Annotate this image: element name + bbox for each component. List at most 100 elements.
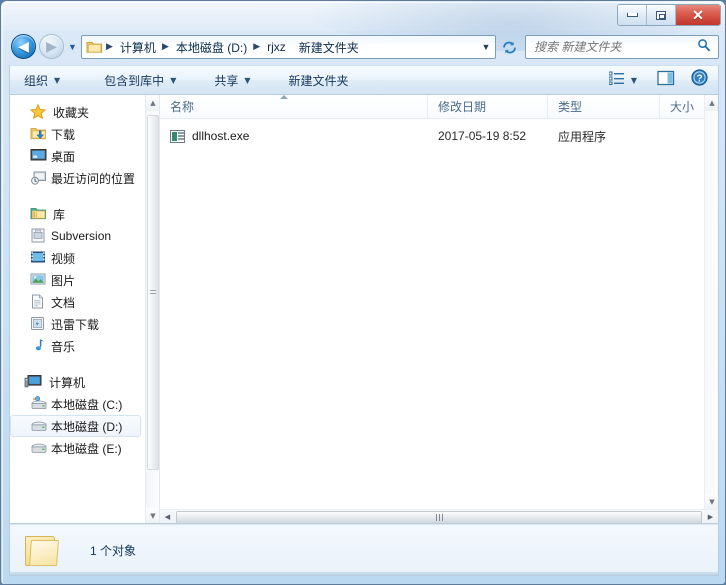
sidebar-item-label: 视频 (51, 251, 76, 266)
sidebar-group-computer[interactable]: 计算机 (10, 371, 145, 393)
sidebar-item-subversion[interactable]: Subversion (10, 225, 145, 247)
help-button[interactable]: ? (683, 68, 718, 92)
share-label: 共享 (214, 73, 239, 88)
scroll-up-button[interactable]: ▲ (705, 95, 718, 111)
include-in-library-label: 包含到库中 (104, 73, 165, 88)
sidebar-group-label: 收藏夹 (53, 105, 90, 120)
sidebar-item-pictures[interactable]: 图片 (10, 269, 145, 291)
new-folder-button[interactable]: 新建文件夹 (279, 68, 359, 92)
sidebar-item-drive-e[interactable]: 本地磁盘 (E:) (10, 437, 145, 459)
sidebar-group-favorites[interactable]: 收藏夹 (10, 101, 145, 123)
scroll-down-button[interactable]: ▼ (705, 494, 718, 510)
documents-icon (30, 294, 47, 310)
file-list-horizontal-scrollbar[interactable]: ◀ ▶ (160, 509, 718, 524)
scroll-up-button[interactable]: ▲ (146, 95, 159, 111)
search-input[interactable] (526, 40, 686, 54)
file-list-vertical-scrollbar[interactable]: ▲ ▼ (704, 95, 718, 510)
triangle-down-icon: ▼ (150, 512, 156, 520)
explorer-content: 收藏夹 下载 桌面 最近访问的位置 库 Subversion 视频 图片 文档 … (9, 95, 719, 524)
sidebar-item-label: 最近访问的位置 (51, 171, 136, 186)
preview-pane-button[interactable] (649, 68, 683, 92)
sidebar-item-label: Subversion (51, 229, 112, 243)
file-name-cell: dllhost.exe (160, 129, 428, 143)
table-row[interactable]: dllhost.exe 2017-05-19 8:52 应用程序 (160, 125, 718, 147)
title-bar: ✕ (1, 1, 725, 29)
scrollbar-thumb[interactable] (147, 115, 159, 470)
sidebar-item-downloads[interactable]: 下载 (10, 123, 145, 145)
list-view-icon (608, 71, 625, 90)
sidebar-group-label: 库 (53, 207, 66, 222)
sidebar-item-music[interactable]: 音乐 (10, 335, 145, 357)
column-header-name[interactable]: 名称 (160, 95, 428, 118)
scroll-down-button[interactable]: ▼ (146, 508, 159, 523)
sidebar-group-libraries[interactable]: 库 (10, 203, 145, 225)
navigation-pane-scrollbar[interactable]: ▲ ▼ (145, 95, 159, 523)
library-icon (30, 206, 47, 222)
scrollbar-grip (435, 513, 443, 521)
sidebar-item-desktop[interactable]: 桌面 (10, 145, 145, 167)
folder-icon (22, 532, 64, 568)
triangle-left-icon: ◀ (164, 513, 171, 521)
minimize-button[interactable] (618, 5, 647, 25)
window-controls: ✕ (617, 4, 721, 26)
sidebar-item-documents[interactable]: 文档 (10, 291, 145, 313)
organize-menu[interactable]: 组织 ▼ (14, 68, 70, 92)
address-bar[interactable]: ▶ 计算机 ▶ 本地磁盘 (D:) ▶ rjxz 新建文件夹 ▼ (81, 35, 496, 59)
subversion-icon (30, 228, 47, 244)
scroll-right-button[interactable]: ▶ (703, 510, 718, 524)
back-button[interactable]: ◀ (11, 34, 36, 59)
breadcrumb-item-rjxz[interactable]: rjxz (264, 40, 289, 54)
maximize-icon (656, 10, 666, 20)
sidebar-item-label: 下载 (51, 127, 76, 142)
chevron-down-icon: ▼ (170, 75, 177, 85)
sidebar-item-label: 本地磁盘 (E:) (51, 441, 122, 456)
status-text: 1 个对象 (90, 543, 137, 558)
change-view-button[interactable]: ▼ (601, 68, 649, 92)
sidebar-item-label: 桌面 (51, 149, 76, 164)
sidebar-item-label: 本地磁盘 (D:) (51, 419, 123, 434)
navigation-pane: 收藏夹 下载 桌面 最近访问的位置 库 Subversion 视频 图片 文档 … (10, 95, 159, 523)
status-bar-bottom-edge (10, 572, 718, 575)
new-folder-label: 新建文件夹 (288, 73, 349, 88)
breadcrumb-separator: ▶ (161, 42, 169, 52)
sidebar-item-drive-d[interactable]: 本地磁盘 (D:) (10, 415, 141, 437)
column-header-date-modified[interactable]: 修改日期 (428, 95, 548, 118)
scrollbar-thumb[interactable] (176, 510, 702, 523)
refresh-icon (502, 40, 517, 55)
navigation-list: 收藏夹 下载 桌面 最近访问的位置 库 Subversion 视频 图片 文档 … (10, 95, 145, 459)
recent-pages-dropdown[interactable]: ▼ (66, 40, 79, 53)
sidebar-item-videos[interactable]: 视频 (10, 247, 145, 269)
maximize-button[interactable] (647, 5, 676, 25)
sidebar-item-label: 文档 (51, 295, 76, 310)
column-header-type[interactable]: 类型 (548, 95, 660, 118)
include-in-library-menu[interactable]: 包含到库中 ▼ (94, 68, 186, 92)
scrollbar-grip (150, 289, 156, 296)
breadcrumb-separator: ▶ (253, 42, 261, 52)
sidebar-item-label: 图片 (51, 273, 76, 288)
chevron-down-icon: ▼ (630, 75, 637, 85)
sidebar-item-recent-places[interactable]: 最近访问的位置 (10, 167, 145, 189)
share-menu[interactable]: 共享 ▼ (204, 68, 260, 92)
address-bar-row: ◀ ▶ ▼ ▶ 计算机 ▶ 本地磁盘 (D:) ▶ rjxz 新建文件夹 ▼ 搜… (1, 31, 725, 63)
organize-label: 组织 (24, 73, 49, 88)
breadcrumb-item-current-folder[interactable]: 新建文件夹 (296, 39, 362, 56)
breadcrumb-item-drive-d[interactable]: 本地磁盘 (D:) (173, 39, 250, 56)
status-bar: 1 个对象 (9, 524, 719, 576)
file-date-cell: 2017-05-19 8:52 (438, 129, 527, 143)
column-header-label: 名称 (170, 99, 195, 114)
refresh-button[interactable] (497, 35, 521, 59)
sidebar-item-label: 迅雷下载 (51, 317, 100, 332)
breadcrumb-item-computer[interactable]: 计算机 (117, 39, 159, 56)
sidebar-item-drive-c[interactable]: 本地磁盘 (C:) (10, 393, 145, 415)
triangle-right-icon: ▶ (707, 513, 714, 521)
sidebar-item-thunder-download[interactable]: 迅雷下载 (10, 313, 145, 335)
scroll-left-button[interactable]: ◀ (160, 510, 175, 524)
thunder-download-icon (30, 316, 47, 332)
close-button[interactable]: ✕ (676, 5, 720, 25)
forward-button[interactable]: ▶ (39, 34, 64, 59)
back-arrow-icon: ◀ (18, 38, 29, 55)
search-box[interactable] (525, 35, 719, 59)
column-header-label: 大小 (670, 99, 695, 114)
address-history-dropdown[interactable]: ▼ (477, 36, 495, 58)
